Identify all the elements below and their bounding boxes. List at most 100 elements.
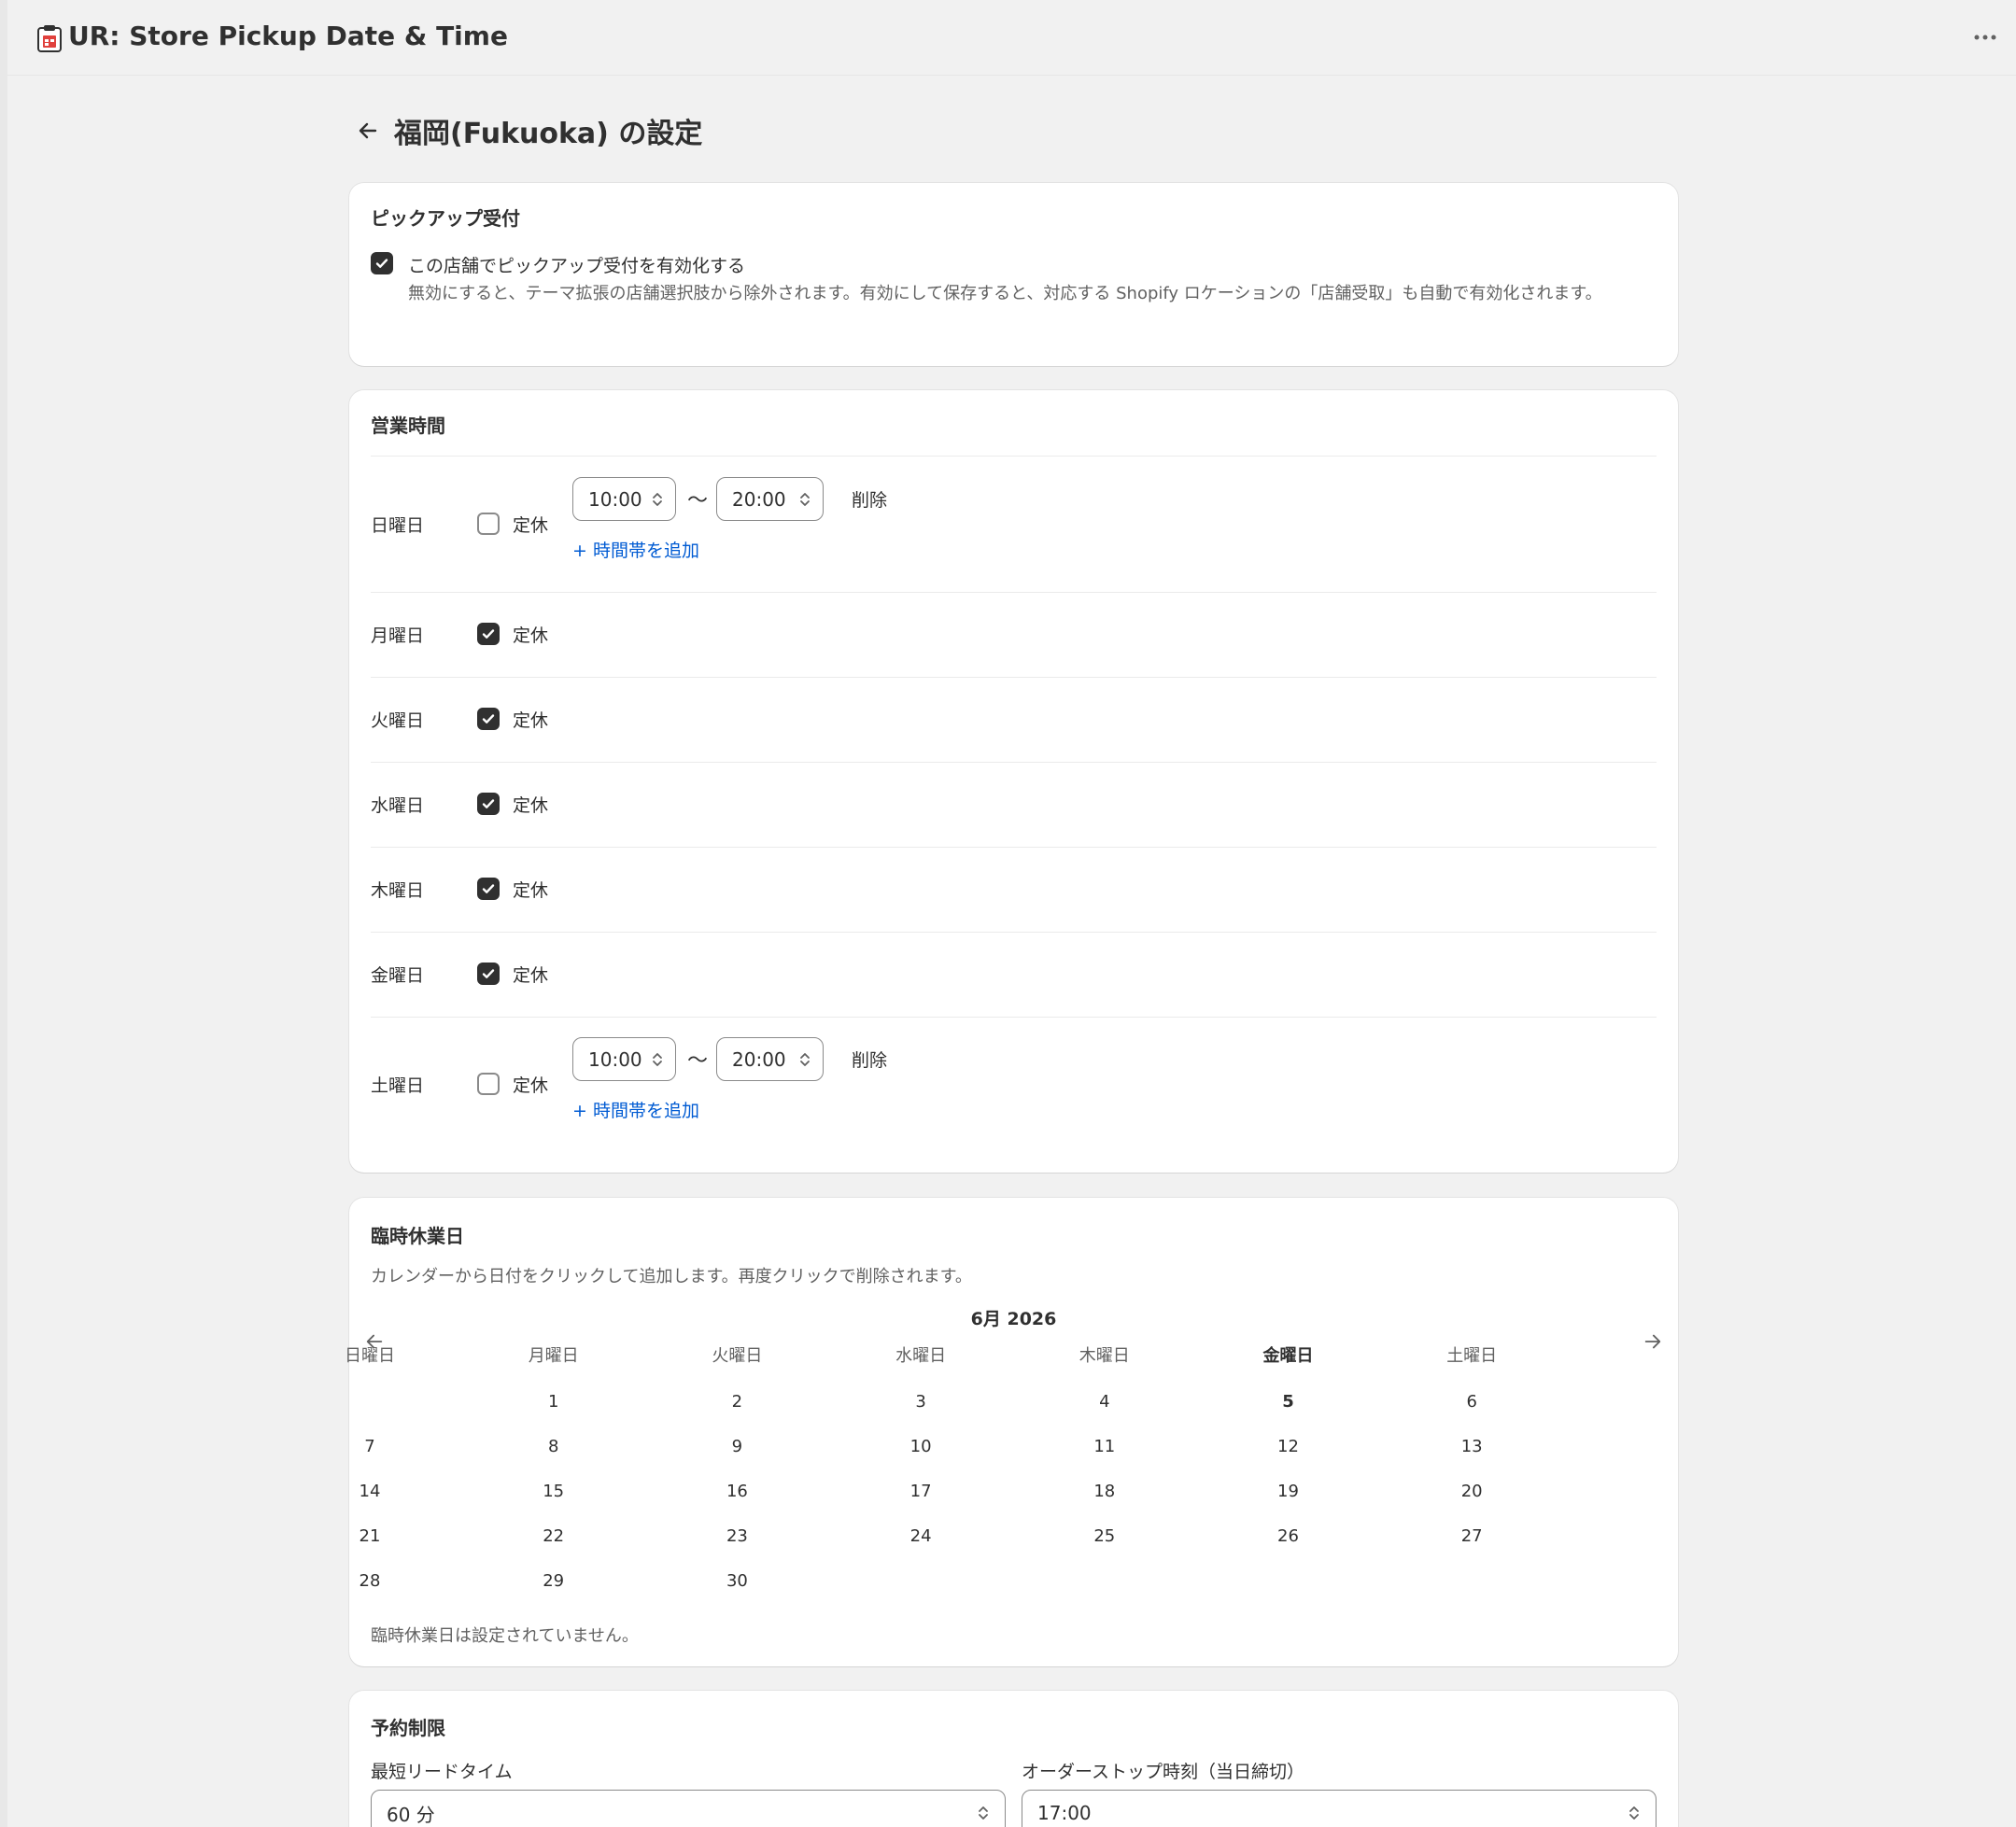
calendar-day[interactable]: 20 (1380, 1473, 1563, 1511)
calendar-day[interactable]: 26 (1197, 1518, 1380, 1555)
day-label-tuesday: 火曜日 (371, 710, 425, 731)
calendar-day[interactable]: 1 (462, 1384, 645, 1421)
calendar-day[interactable]: 19 (1197, 1473, 1380, 1511)
order-stop-value: 17:00 (1037, 1802, 1092, 1824)
calendar-day[interactable]: 18 (1013, 1473, 1196, 1511)
closed-checkbox-monday[interactable] (477, 623, 500, 645)
delete-time-button-sunday[interactable]: 削除 (852, 486, 887, 512)
closed-checkbox-tuesday[interactable] (477, 708, 500, 730)
pickup-enable-checkbox[interactable] (371, 252, 393, 274)
divider (371, 592, 1657, 593)
closed-label-monday: 定休 (513, 625, 549, 646)
calendar-day[interactable]: 3 (829, 1384, 1012, 1421)
add-time-slot-link-sunday[interactable]: + 時間帯を追加 (572, 537, 699, 562)
day-label-monday: 月曜日 (371, 625, 425, 646)
day-label-sunday: 日曜日 (371, 515, 425, 536)
more-options-icon[interactable] (1971, 28, 1999, 47)
limits-card-title: 予約制限 (371, 1717, 445, 1739)
calendar-weekday-header: 火曜日 (712, 1346, 763, 1366)
add-time-slot-link-saturday[interactable]: + 時間帯を追加 (572, 1097, 699, 1122)
select-chevron-icon (653, 1053, 662, 1066)
start-time-value: 10:00 (588, 487, 642, 511)
page-title: 福岡(Fukuoka) の設定 (394, 118, 703, 150)
temporary-holidays-card: 臨時休業日 カレンダーから日付をクリックして追加します。再度クリックで削除されま… (345, 1198, 1678, 1666)
calendar-day[interactable]: 6 (1380, 1384, 1563, 1421)
calendar-day[interactable]: 5 (1197, 1384, 1380, 1421)
end-time-select-sunday[interactable]: 20:00 (716, 477, 824, 521)
divider (371, 762, 1657, 763)
divider (371, 1017, 1657, 1018)
calendar-month-label: 6月 2026 (970, 1309, 1057, 1329)
calendar-day[interactable]: 9 (645, 1428, 828, 1466)
calendar-day[interactable]: 25 (1013, 1518, 1196, 1555)
business-hours-card: 営業時間 日曜日 定休 10:00 〜 20:00 削除 + 時間帯を追加 月曜… (349, 390, 1678, 1173)
calendar-day[interactable]: 10 (829, 1428, 1012, 1466)
calendar-day[interactable]: 28 (278, 1563, 461, 1600)
calendar-weekday-header: 土曜日 (1446, 1346, 1498, 1366)
calendar-weekday-header: 日曜日 (345, 1346, 395, 1366)
pickup-card: ピックアップ受付 この店舗でピックアップ受付を有効化する 無効にすると、テーマ拡… (349, 183, 1678, 366)
calendar-day[interactable]: 27 (1380, 1518, 1563, 1555)
select-chevron-icon (800, 1053, 810, 1066)
calendar-day[interactable]: 30 (645, 1563, 828, 1600)
start-time-select-saturday[interactable]: 10:00 (572, 1037, 676, 1081)
pickup-card-title: ピックアップ受付 (371, 207, 520, 230)
pickup-help-text: 無効にすると、テーマ拡張の店舗選択肢から除外されます。有効にして保存すると、対応… (408, 284, 1602, 303)
calendar-weekday-header: 木曜日 (1078, 1346, 1130, 1366)
calendar-day[interactable]: 14 (278, 1473, 461, 1511)
checkmark-icon (375, 259, 388, 268)
calendar-day[interactable]: 24 (829, 1518, 1012, 1555)
time-range-separator: 〜 (687, 489, 709, 513)
calendar-weekday-header: 金曜日 (1262, 1346, 1314, 1366)
calendar-day[interactable]: 11 (1013, 1428, 1196, 1466)
day-label-saturday: 土曜日 (371, 1075, 425, 1096)
closed-checkbox-saturday[interactable] (477, 1073, 500, 1095)
calendar-day[interactable]: 4 (1013, 1384, 1196, 1421)
order-stop-select[interactable]: 17:00 (1022, 1790, 1657, 1827)
calendar-day[interactable]: 13 (1380, 1428, 1563, 1466)
back-button[interactable] (349, 112, 387, 149)
start-time-select-sunday[interactable]: 10:00 (572, 477, 676, 521)
divider (371, 456, 1657, 457)
calendar-day[interactable]: 12 (1197, 1428, 1380, 1466)
calendar-day[interactable]: 17 (829, 1473, 1012, 1511)
delete-time-button-saturday[interactable]: 削除 (852, 1047, 887, 1072)
calendar-day[interactable]: 21 (278, 1518, 461, 1555)
calendar-day[interactable]: 16 (645, 1473, 828, 1511)
hours-card-title: 営業時間 (371, 415, 445, 437)
closed-label-thursday: 定休 (513, 880, 549, 901)
pickup-enable-label: この店舗でピックアップ受付を有効化する (408, 256, 746, 276)
end-time-select-saturday[interactable]: 20:00 (716, 1037, 824, 1081)
page-header: 福岡(Fukuoka) の設定 (349, 110, 702, 151)
end-time-value: 20:00 (732, 1047, 786, 1071)
app-header: UR: Store Pickup Date & Time (7, 0, 2016, 76)
holidays-card-title: 臨時休業日 (371, 1225, 464, 1247)
closed-label-sunday: 定休 (513, 515, 549, 536)
calendar-day[interactable]: 23 (645, 1518, 828, 1555)
arrow-left-icon (359, 122, 377, 139)
closed-label-friday: 定休 (513, 965, 549, 986)
lead-time-label: 最短リードタイム (371, 1762, 513, 1782)
select-chevron-icon (1629, 1806, 1639, 1820)
calendar-day[interactable]: 22 (462, 1518, 645, 1555)
time-range-separator: 〜 (687, 1049, 709, 1073)
day-label-wednesday: 水曜日 (371, 795, 425, 816)
order-stop-label: オーダーストップ時刻（当日締切） (1022, 1762, 1305, 1782)
closed-label-wednesday: 定休 (513, 795, 549, 816)
calendar-day[interactable]: 7 (278, 1428, 461, 1466)
calendar-day[interactable]: 29 (462, 1563, 645, 1600)
arrow-right-icon (1644, 1334, 1661, 1349)
lead-time-select[interactable]: 60 分 (371, 1790, 1006, 1827)
calendar-day[interactable]: 8 (462, 1428, 645, 1466)
calendar-day[interactable]: 15 (462, 1473, 645, 1511)
closed-checkbox-sunday[interactable] (477, 513, 500, 535)
checkmark-icon (482, 629, 495, 639)
calendar-next-button[interactable] (1638, 1327, 1668, 1356)
closed-checkbox-friday[interactable] (477, 963, 500, 985)
calendar-day[interactable]: 2 (645, 1384, 828, 1421)
frame-edge (0, 0, 7, 1827)
holidays-help-text: カレンダーから日付をクリックして追加します。再度クリックで削除されます。 (371, 1267, 972, 1286)
holidays-empty-text: 臨時休業日は設定されていません。 (371, 1626, 639, 1646)
closed-checkbox-wednesday[interactable] (477, 793, 500, 815)
closed-checkbox-thursday[interactable] (477, 878, 500, 900)
